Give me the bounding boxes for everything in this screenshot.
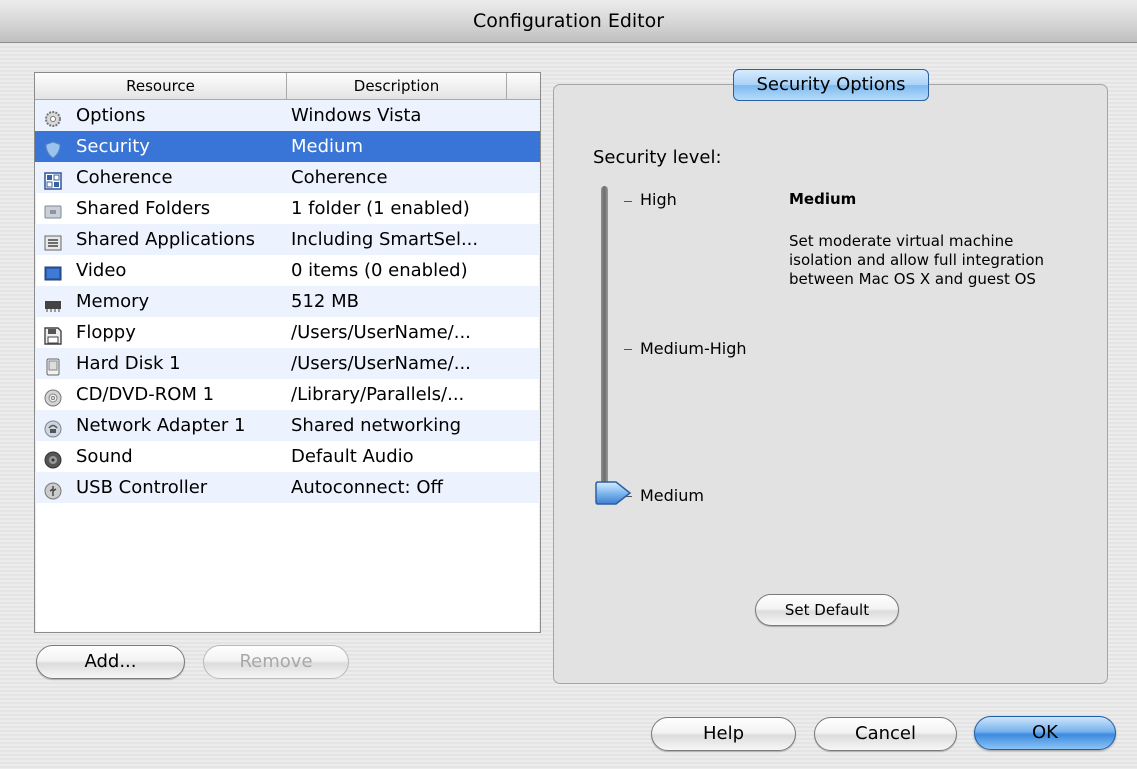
resource-description: 1 folder (1 enabled) <box>291 198 470 219</box>
applications-icon <box>44 231 62 251</box>
cancel-button[interactable]: Cancel <box>814 717 957 751</box>
resource-name: USB Controller <box>76 477 208 498</box>
resource-name: Network Adapter 1 <box>76 415 246 436</box>
security-description-title: Medium <box>789 190 857 208</box>
floppy-disk-icon <box>44 324 62 345</box>
coherence-icon <box>44 169 62 190</box>
resource-description: Autoconnect: Off <box>291 477 443 498</box>
resource-name: Shared Folders <box>76 198 211 219</box>
resource-name: CD/DVD-ROM 1 <box>76 384 215 405</box>
resource-row[interactable]: USB Controller Autoconnect: Off <box>35 472 540 503</box>
resource-description: 512 MB <box>291 291 359 312</box>
usb-icon <box>44 479 62 500</box>
security-options-tab[interactable]: Security Options <box>733 69 929 101</box>
resource-description: /Library/Parallels/... <box>291 384 465 405</box>
resource-description: Coherence <box>291 167 388 188</box>
set-default-button[interactable]: Set Default <box>755 594 899 626</box>
resource-description: Shared networking <box>291 415 462 436</box>
resource-row[interactable]: Shared Applications Including SmartSel... <box>35 224 540 255</box>
window-title-bar: Configuration Editor <box>0 0 1137 43</box>
level-label-high: High <box>640 190 677 209</box>
level-label-medium-high: Medium-High <box>640 339 747 358</box>
resource-name: Coherence <box>76 167 173 188</box>
resource-description: Medium <box>291 136 363 157</box>
column-header-description[interactable]: Description <box>287 73 507 99</box>
resource-list[interactable]: Resource Description Options Windows Vist… <box>34 72 541 633</box>
resource-description: Default Audio <box>291 446 414 467</box>
security-level-slider-thumb[interactable] <box>594 480 632 506</box>
resource-row[interactable]: Shared Folders 1 folder (1 enabled) <box>35 193 540 224</box>
resource-row[interactable]: Sound Default Audio <box>35 441 540 472</box>
resource-row[interactable]: CD/DVD-ROM 1/Library/Parallels/... <box>35 379 540 410</box>
resource-description: /Users/UserName/... <box>291 353 471 374</box>
resource-row[interactable]: Network Adapter 1 Shared networking <box>35 410 540 441</box>
resource-row[interactable]: Hard Disk 1/Users/UserName/... <box>35 348 540 379</box>
window-title: Configuration Editor <box>472 10 665 32</box>
resource-description: 0 items (0 enabled) <box>291 260 468 281</box>
resource-name: Sound <box>76 446 133 467</box>
ok-button[interactable]: OK <box>974 716 1116 750</box>
resource-description: Windows Vista <box>291 105 422 126</box>
help-button[interactable]: Help <box>651 717 796 751</box>
resource-name: Security <box>76 136 150 157</box>
network-icon <box>44 417 62 438</box>
memory-chip-icon <box>44 293 62 312</box>
resource-name: Video <box>76 260 127 281</box>
resource-description: Including SmartSel... <box>291 229 479 250</box>
gear-icon <box>44 107 62 127</box>
resource-description: /Users/UserName/... <box>291 322 471 343</box>
folder-icon <box>44 200 62 219</box>
resource-row[interactable]: Memory 512 MB <box>35 286 540 317</box>
hard-disk-icon <box>44 355 62 376</box>
speaker-icon <box>44 448 62 469</box>
remove-button[interactable]: Remove <box>203 645 349 679</box>
resource-row[interactable]: Options Windows Vista <box>35 100 540 131</box>
shield-icon <box>44 138 62 159</box>
tick-medium-high <box>624 349 632 350</box>
column-header-resource[interactable]: Resource <box>35 73 287 99</box>
security-level-slider-track[interactable] <box>601 186 608 504</box>
tick-high <box>624 201 632 202</box>
resource-name: Options <box>76 105 146 126</box>
resource-name: Shared Applications <box>76 229 256 250</box>
resource-row[interactable]: Security Medium <box>35 131 540 162</box>
resource-name: Memory <box>76 291 150 312</box>
resource-name: Floppy <box>76 322 136 343</box>
security-description-text: Set moderate virtual machine isolation a… <box>789 232 1045 288</box>
resource-row[interactable]: Coherence Coherence <box>35 162 540 193</box>
level-label-medium: Medium <box>640 486 704 505</box>
resource-row[interactable]: Floppy/Users/UserName/... <box>35 317 540 348</box>
security-level-label: Security level: <box>593 147 722 168</box>
resource-name: Hard Disk 1 <box>76 353 181 374</box>
resource-row[interactable]: Video 0 items (0 enabled) <box>35 255 540 286</box>
resource-list-header: Resource Description <box>35 73 540 100</box>
monitor-icon <box>44 262 62 281</box>
add-button[interactable]: Add... <box>36 645 185 679</box>
cd-icon <box>44 386 62 407</box>
